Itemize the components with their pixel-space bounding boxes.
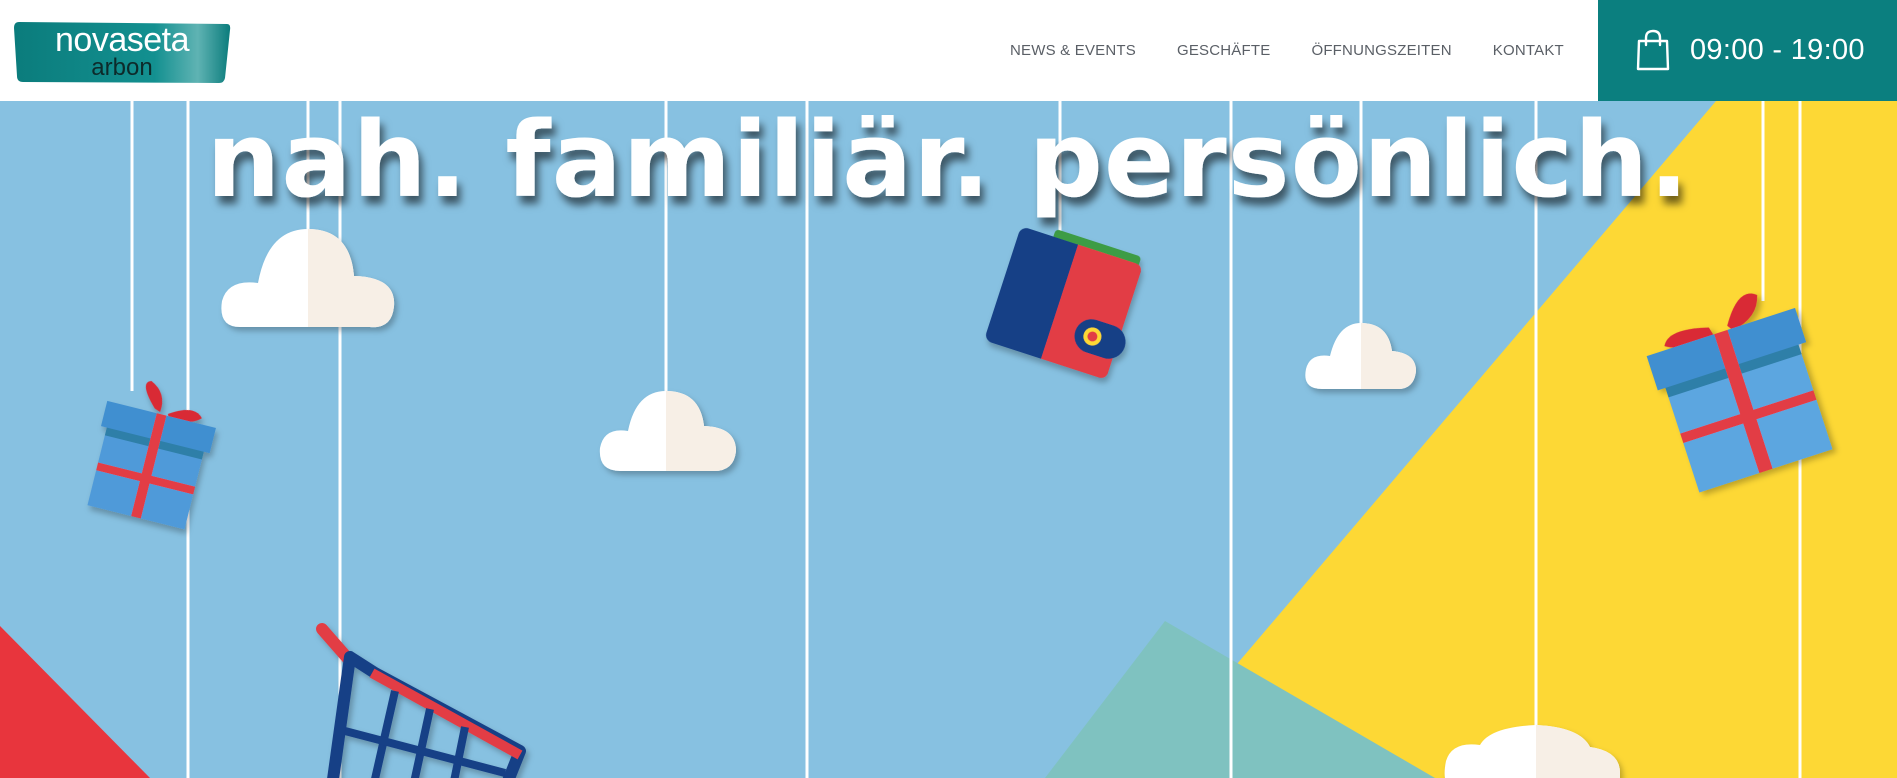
shopping-bag-icon bbox=[1636, 29, 1670, 71]
opening-hours-text: 09:00 - 19:00 bbox=[1690, 34, 1865, 66]
nav-item-geschaefte[interactable]: GESCHÄFTE bbox=[1177, 42, 1270, 59]
gift-box-icon bbox=[87, 380, 216, 530]
logo-link[interactable]: novaseta arbon bbox=[13, 20, 231, 84]
logo-main-text: novaseta bbox=[55, 20, 190, 59]
cloud-icon bbox=[599, 391, 736, 471]
hero-banner: nah. familiär. persönlich. bbox=[0, 101, 1897, 778]
nav-item-kontakt[interactable]: KONTAKT bbox=[1493, 42, 1564, 59]
opening-hours-box[interactable]: 09:00 - 19:00 bbox=[1598, 0, 1897, 101]
cloud-icon bbox=[1305, 323, 1416, 389]
cloud-icon bbox=[221, 229, 395, 328]
main-navigation: NEWS & EVENTS GESCHÄFTE ÖFFNUNGSZEITEN K… bbox=[1010, 0, 1605, 101]
wallet-icon bbox=[986, 228, 1141, 378]
logo-sub-text: arbon bbox=[91, 53, 153, 81]
shopping-cart-icon bbox=[316, 623, 526, 778]
nav-item-oeffnungszeiten[interactable]: ÖFFNUNGSZEITEN bbox=[1311, 42, 1451, 59]
nav-item-news-events[interactable]: NEWS & EVENTS bbox=[1010, 42, 1136, 59]
hero-illustration bbox=[0, 101, 1897, 778]
logo-text: novaseta arbon bbox=[13, 20, 231, 84]
red-triangle-shape bbox=[0, 626, 150, 778]
site-header: novaseta arbon NEWS & EVENTS GESCHÄFTE Ö… bbox=[0, 0, 1897, 101]
